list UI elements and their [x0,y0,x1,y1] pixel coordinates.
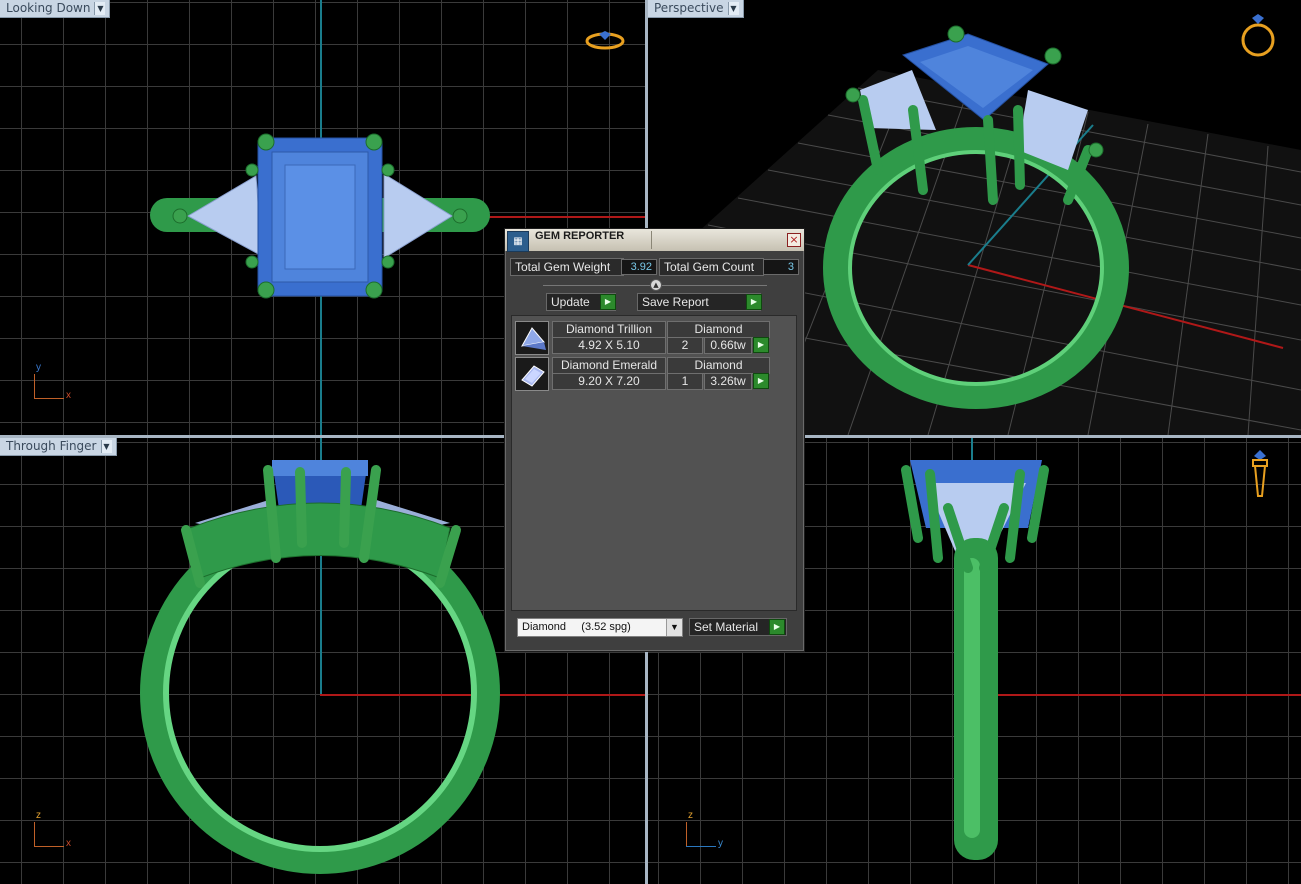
emerald-gem-icon [515,357,549,391]
update-button-label: Update [551,295,590,309]
total-gem-count-label: Total Gem Count [659,258,764,276]
splitter-handle[interactable]: ▲ [650,279,662,291]
axis-z-line [34,822,35,846]
save-report-go-icon[interactable]: ▶ [746,294,762,310]
gem-size-cell: 9.20 X 7.20 [552,373,666,390]
material-select-value: Diamond (3.52 spg) [522,621,631,633]
gem-material-cell: Diamond [667,357,770,374]
axis-y-label: y [718,838,723,849]
axis-z-label: z [36,810,41,821]
gem-name-cell: Diamond Trillion [552,321,666,338]
gem-size-cell: 4.92 X 5.10 [552,337,666,354]
ring-icon-perspective [1241,14,1275,57]
set-material-go-icon[interactable]: ▶ [769,619,785,635]
axis-y-line [686,846,716,847]
axis-y-line [34,374,35,398]
viewport-label-looking-down[interactable]: Looking Down ▼ [0,0,111,18]
chevron-down-icon[interactable]: ▼ [666,619,682,636]
axis-x-line [34,398,64,399]
close-icon[interactable]: × [787,233,801,247]
gem-name-cell: Diamond Emerald [552,357,666,374]
gem-reporter-icon: ▦ [507,231,529,252]
gem-row-go-icon[interactable]: ▶ [753,373,769,389]
axis-x-label: x [66,390,71,401]
gem-count-cell: 1 [667,373,703,390]
gem-weight-cell: 0.66tw [704,337,752,354]
viewport-label-text: Looking Down [6,1,91,15]
dialog-title: GEM REPORTER [535,230,625,242]
material-select[interactable]: Diamond (3.52 spg) ▼ [517,618,683,637]
axis-z-label: z [688,810,693,821]
chevron-down-icon[interactable]: ▼ [100,440,112,453]
viewport-label-perspective[interactable]: Perspective ▼ [648,0,744,18]
ring-icon [585,31,625,50]
gem-reporter-dialog: ▦ GEM REPORTER × Total Gem Weight 3.92 T… [504,228,805,652]
chevron-down-icon[interactable]: ▼ [94,2,106,15]
viewport-label-text: Through Finger [6,439,97,453]
save-report-button-label: Save Report [642,295,709,309]
axis-y-label: y [36,362,41,373]
gem-count-cell: 2 [667,337,703,354]
axis-z-line [686,822,687,846]
total-gem-weight-value: 3.92 [621,259,657,275]
axis-x-line [34,846,64,847]
total-gem-count-value: 3 [763,259,799,275]
gem-row-go-icon[interactable]: ▶ [753,337,769,353]
total-gem-weight-label: Total Gem Weight [510,258,624,276]
ring-icon-side [1252,450,1268,497]
gem-weight-cell: 3.26tw [704,373,752,390]
gem-list[interactable]: Diamond Trillion Diamond 4.92 X 5.10 2 0… [511,315,797,611]
update-go-icon[interactable]: ▶ [600,294,616,310]
viewport-label-through-finger[interactable]: Through Finger ▼ [0,438,117,456]
set-material-button-label: Set Material [694,620,759,634]
axis-x-label: x [66,838,71,849]
dialog-titlebar[interactable]: ▦ GEM REPORTER × [505,229,804,252]
viewport-label-text: Perspective [654,1,724,15]
gem-material-cell: Diamond [667,321,770,338]
save-report-button[interactable]: Save Report [637,293,761,311]
chevron-down-icon[interactable]: ▼ [727,2,739,15]
title-separator [651,231,652,249]
trillion-gem-icon [515,321,549,355]
